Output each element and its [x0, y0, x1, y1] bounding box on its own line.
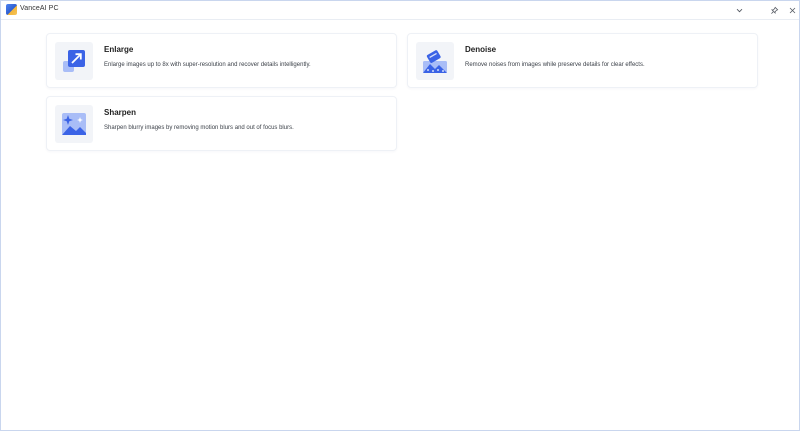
title-bar[interactable]: VanceAI PC [1, 1, 799, 20]
chevron-down-icon [736, 8, 742, 12]
collapse-button[interactable] [729, 1, 749, 19]
tool-card-enlarge[interactable]: Enlarge Enlarge images up to 8x with sup… [46, 33, 397, 88]
tool-description: Enlarge images up to 8x with super-resol… [104, 62, 311, 68]
tool-title: Enlarge [104, 45, 134, 54]
window-title: VanceAI PC [20, 5, 59, 12]
pin-button[interactable] [764, 1, 784, 19]
pin-icon [770, 6, 778, 14]
tool-description: Remove noises from images while preserve… [465, 62, 645, 68]
tool-card-denoise[interactable]: Denoise Remove noises from images while … [407, 33, 758, 88]
tool-title: Sharpen [104, 108, 137, 117]
tool-title: Denoise [465, 45, 497, 54]
close-button[interactable] [782, 1, 800, 19]
denoise-thumbnail [416, 42, 454, 80]
app-window: VanceAI PC Enlarge Enlarge images up to … [0, 0, 800, 431]
tool-card-sharpen[interactable]: Sharpen Sharpen blurry images by removin… [46, 96, 397, 151]
enlarge-icon [63, 50, 85, 72]
enlarge-thumbnail [55, 42, 93, 80]
sharpen-thumbnail [55, 105, 93, 143]
denoise-icon [423, 50, 447, 73]
close-icon [789, 7, 795, 13]
app-logo-icon [6, 4, 17, 15]
sharpen-icon [62, 113, 86, 135]
tool-description: Sharpen blurry images by removing motion… [104, 125, 294, 131]
